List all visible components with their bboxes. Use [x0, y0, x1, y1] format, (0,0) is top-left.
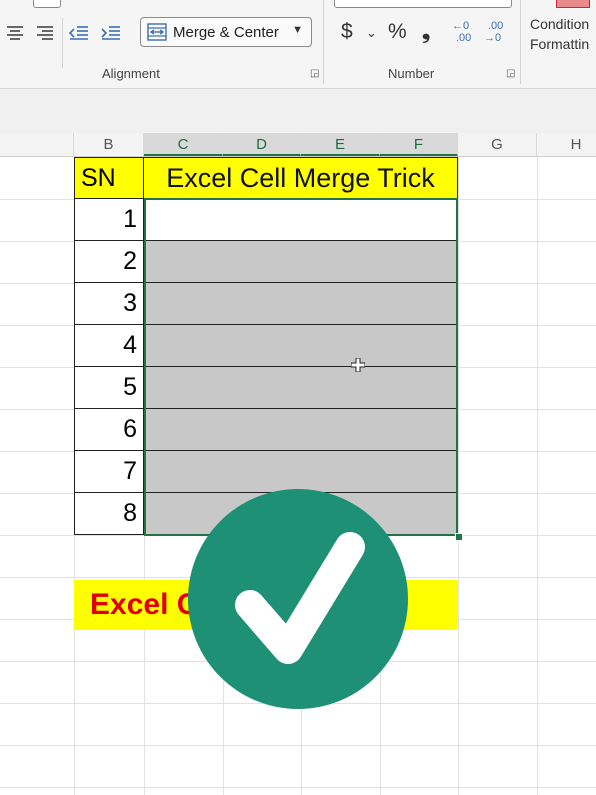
ribbon: Merge & Center ▼ Alignment ◲ $ ⌄ % ❟ ←0 …	[0, 0, 596, 89]
check-mark-icon	[188, 489, 408, 709]
currency-button[interactable]: $	[341, 20, 353, 44]
merged-row-cell[interactable]	[144, 241, 458, 283]
conditional-formatting-line1: Condition	[530, 16, 590, 32]
column-header-row: B C D E F G H	[0, 133, 596, 157]
cell-cursor-icon	[350, 357, 366, 373]
alignment-group-label: Alignment	[102, 66, 160, 81]
column-header-d[interactable]: D	[223, 133, 301, 156]
number-group-label: Number	[388, 66, 435, 81]
dialog-launcher-icon[interactable]: ◲	[506, 69, 516, 79]
column-header-f[interactable]: F	[380, 133, 458, 156]
sn-cell-3[interactable]: 3	[74, 283, 144, 325]
percent-button[interactable]: %	[388, 20, 407, 44]
ribbon-divider	[62, 18, 63, 68]
fill-handle[interactable]	[455, 533, 463, 541]
column-header-h[interactable]: H	[537, 133, 596, 156]
sn-header-cell[interactable]: SN	[74, 157, 144, 199]
decrease-indent-icon[interactable]	[68, 22, 90, 44]
sn-cell-2[interactable]: 2	[74, 241, 144, 283]
increase-decimal-top: ←0	[452, 20, 470, 32]
column-header-b[interactable]: B	[74, 133, 144, 156]
top-toolbar-button[interactable]	[33, 0, 61, 8]
column-header-e[interactable]: E	[301, 133, 380, 156]
formula-bar-area	[0, 89, 596, 133]
comma-style-button[interactable]: ❟	[422, 20, 430, 44]
column-header-c[interactable]: C	[144, 133, 223, 156]
sn-cell-4[interactable]: 4	[74, 325, 144, 367]
conditional-formatting-icon[interactable]	[556, 0, 590, 8]
decrease-decimal-button[interactable]: .00 →0	[484, 20, 503, 44]
column-gridline	[537, 157, 538, 795]
merged-title-cell[interactable]: Excel Cell Merge Trick	[144, 157, 458, 199]
row-gridline	[0, 745, 596, 746]
merged-row-cell-active[interactable]	[144, 199, 458, 241]
column-header-g[interactable]: G	[458, 133, 537, 156]
merged-row-cell[interactable]	[144, 283, 458, 325]
sn-cell-1[interactable]: 1	[74, 199, 144, 241]
row-gridline	[0, 787, 596, 788]
merged-row-cell[interactable]	[144, 409, 458, 451]
sn-cell-7[interactable]: 7	[74, 451, 144, 493]
chevron-down-icon[interactable]: ⌄	[366, 25, 377, 41]
merge-button-label: Merge & Center	[173, 23, 279, 41]
decrease-decimal-top: .00	[488, 20, 504, 32]
dialog-launcher-icon[interactable]: ◲	[310, 69, 320, 79]
conditional-formatting-line2: Formattin	[530, 36, 590, 52]
merged-row-cell[interactable]	[144, 367, 458, 409]
decrease-decimal-bottom: →0	[484, 32, 502, 44]
merged-row-cell[interactable]	[144, 325, 458, 367]
conditional-formatting-button[interactable]: Condition Formattin	[530, 14, 589, 54]
increase-decimal-bottom: .00	[456, 32, 472, 44]
merge-and-center-button[interactable]: Merge & Center ▼	[140, 17, 312, 47]
number-format-dropdown[interactable]	[334, 0, 512, 8]
column-gridline	[458, 157, 459, 795]
align-right-icon[interactable]	[34, 22, 56, 44]
ribbon-divider	[520, 0, 521, 84]
sn-cell-8[interactable]: 8	[74, 493, 144, 535]
merged-row-cell[interactable]	[144, 451, 458, 493]
increase-decimal-button[interactable]: ←0 .00	[452, 20, 471, 44]
chevron-down-icon[interactable]: ▼	[292, 24, 303, 36]
merge-cells-icon	[147, 23, 167, 41]
align-center-icon[interactable]	[4, 22, 26, 44]
ribbon-divider	[323, 0, 324, 84]
sn-cell-5[interactable]: 5	[74, 367, 144, 409]
sn-cell-6[interactable]: 6	[74, 409, 144, 451]
column-header-a[interactable]	[0, 133, 74, 156]
increase-indent-icon[interactable]	[100, 22, 122, 44]
